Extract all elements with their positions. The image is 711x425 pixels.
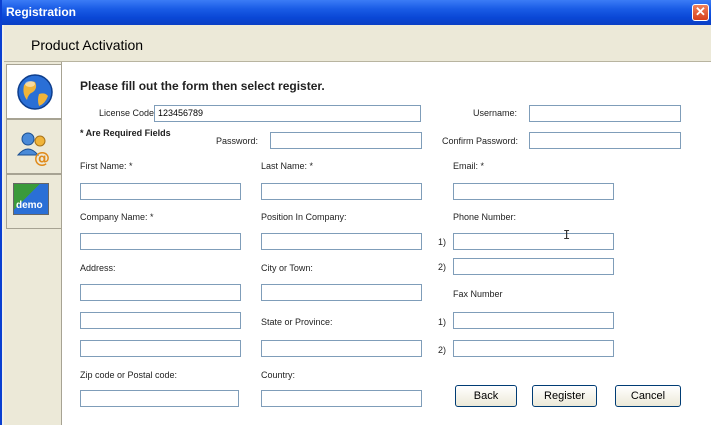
registration-window: Registration ✕ Product Activation @ demo… xyxy=(0,0,711,425)
page-title: Product Activation xyxy=(31,37,144,53)
address-line-1-field[interactable] xyxy=(80,284,241,301)
header-band: Product Activation xyxy=(4,25,711,62)
phone-number-2-field[interactable] xyxy=(453,258,614,275)
close-icon: ✕ xyxy=(695,4,706,19)
first-name-field[interactable] xyxy=(80,183,241,200)
username-field[interactable] xyxy=(529,105,681,122)
fax-line-1-marker: 1) xyxy=(438,317,447,327)
svg-text:@: @ xyxy=(34,148,50,167)
sidebar-tab-activation[interactable] xyxy=(6,64,63,119)
cancel-button[interactable]: Cancel xyxy=(615,385,681,407)
email-field[interactable] xyxy=(453,183,614,200)
fax-number-label: Fax Number xyxy=(453,289,503,299)
state-label: State or Province: xyxy=(261,317,333,327)
sidebar-tab-demo[interactable]: demo xyxy=(6,174,61,229)
phone-number-label: Phone Number: xyxy=(453,212,517,222)
sidebar-tab-contacts[interactable]: @ xyxy=(6,119,61,174)
confirm-password-field[interactable] xyxy=(529,132,681,149)
form-panel: Please fill out the form then select reg… xyxy=(61,62,711,425)
text-cursor-icon: I xyxy=(563,228,571,242)
address-line-2-field[interactable] xyxy=(80,312,241,329)
address-line-3-field[interactable] xyxy=(80,340,241,357)
phone-line-1-marker: 1) xyxy=(438,237,447,247)
required-fields-note: * Are Required Fields xyxy=(80,128,171,138)
fax-number-1-field[interactable] xyxy=(453,312,614,329)
zip-field[interactable] xyxy=(80,390,239,407)
title-bar[interactable]: Registration ✕ xyxy=(2,0,711,25)
license-code-field[interactable]: 123456789 xyxy=(154,105,421,122)
state-field[interactable] xyxy=(261,340,422,357)
password-field[interactable] xyxy=(270,132,422,149)
back-button[interactable]: Back xyxy=(455,385,517,407)
phone-number-1-field[interactable] xyxy=(453,233,614,250)
form-instructions: Please fill out the form then select reg… xyxy=(80,79,325,93)
city-label: City or Town: xyxy=(261,263,313,273)
country-field[interactable] xyxy=(261,390,422,407)
password-label: Password: xyxy=(216,136,259,146)
zip-label: Zip code or Postal code: xyxy=(80,370,178,380)
position-field[interactable] xyxy=(261,233,422,250)
fax-line-2-marker: 2) xyxy=(438,345,447,355)
demo-icon: demo xyxy=(13,183,49,215)
sidebar: @ demo xyxy=(4,62,63,425)
email-label: Email: * xyxy=(453,161,485,171)
window-title: Registration xyxy=(6,5,77,19)
confirm-password-label: Confirm Password: xyxy=(442,136,519,146)
country-label: Country: xyxy=(261,370,296,380)
fax-number-2-field[interactable] xyxy=(453,340,614,357)
company-name-field[interactable] xyxy=(80,233,241,250)
license-code-label: License Code: xyxy=(99,108,157,118)
city-field[interactable] xyxy=(261,284,422,301)
username-label: Username: xyxy=(473,108,518,118)
globe-icon xyxy=(17,74,53,110)
register-button[interactable]: Register xyxy=(532,385,597,407)
last-name-field[interactable] xyxy=(261,183,422,200)
first-name-label: First Name: * xyxy=(80,161,133,171)
company-name-label: Company Name: * xyxy=(80,212,154,222)
close-button[interactable]: ✕ xyxy=(692,4,709,21)
last-name-label: Last Name: * xyxy=(261,161,314,171)
position-label: Position In Company: xyxy=(261,212,347,222)
demo-icon-label: demo xyxy=(16,200,43,211)
email-contacts-icon: @ xyxy=(16,132,50,167)
phone-line-2-marker: 2) xyxy=(438,262,447,272)
address-label: Address: xyxy=(80,263,116,273)
